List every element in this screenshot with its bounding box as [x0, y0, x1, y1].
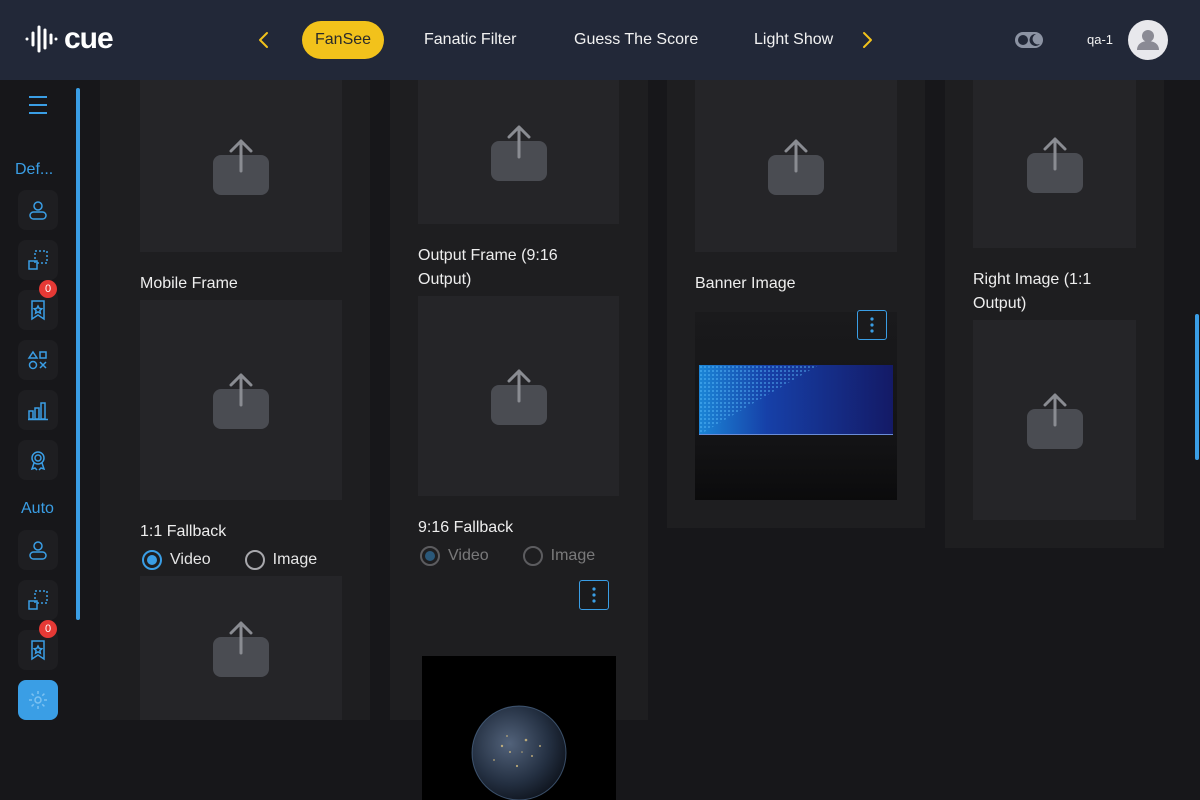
- frames-icon: [28, 250, 48, 270]
- radio-video-label: Video: [170, 551, 211, 568]
- mobile-frame-label: Mobile Frame: [140, 275, 238, 292]
- bar-chart-icon: [28, 402, 48, 421]
- shapes-icon: [27, 350, 47, 370]
- upload-icon: [1026, 393, 1083, 449]
- user-icon: [29, 541, 47, 560]
- fallback-9-16-radio-group: Video Image: [420, 546, 629, 566]
- sidebar-item-auto-frames[interactable]: [18, 580, 58, 620]
- output-frame-label: Output Frame (9:16 Output): [418, 247, 558, 288]
- upload-icon: [490, 369, 547, 425]
- sidebar-item-auto-bookmark[interactable]: 0: [18, 620, 58, 670]
- radio-image-label: Image: [272, 551, 318, 568]
- username-label[interactable]: qa-1: [1087, 32, 1113, 47]
- radio-image-label: Image: [550, 547, 596, 564]
- kebab-menu-icon[interactable]: [857, 310, 887, 340]
- sidebar-section-auto: Auto: [21, 500, 54, 517]
- upload-icon: [213, 373, 269, 429]
- tab-guess-the-score[interactable]: Guess The Score: [574, 21, 698, 59]
- chevron-left-icon[interactable]: [252, 28, 276, 52]
- upload-dropzone[interactable]: [140, 80, 342, 252]
- sidebar-item-auto-user[interactable]: [18, 530, 58, 570]
- logo-text: cue: [64, 22, 114, 55]
- soundwave-icon: [25, 25, 58, 53]
- radio-image-dot[interactable]: [244, 550, 265, 570]
- main-content: Mobile Frame 1:1 Fallback Video Image Ou…: [80, 80, 1200, 800]
- upload-dropzone[interactable]: [973, 80, 1136, 248]
- main-scrollbar[interactable]: [1195, 314, 1199, 460]
- radio-image-dot[interactable]: [522, 546, 543, 566]
- radio-image[interactable]: Image: [522, 546, 596, 566]
- upload-icon: [490, 125, 547, 181]
- top-navigation-bar: cue FanSee Fanatic Filter Guess The Scor…: [0, 0, 1200, 80]
- radio-image[interactable]: Image: [244, 550, 318, 570]
- user-icon: [29, 201, 47, 220]
- sidebar-item-bookmark[interactable]: 0: [18, 280, 58, 330]
- app-logo[interactable]: cue: [24, 22, 114, 55]
- sidebar-item-user[interactable]: [18, 190, 58, 230]
- right-image-dropzone[interactable]: [973, 320, 1136, 520]
- notification-badge: 0: [39, 620, 57, 638]
- right-image-label: Right Image (1:1 Output): [973, 271, 1092, 312]
- sidebar-item-auto-settings[interactable]: [18, 680, 58, 720]
- sidebar-section-default: Def...: [15, 161, 54, 178]
- frames-icon: [28, 590, 48, 610]
- sidebar-item-frames[interactable]: [18, 240, 58, 280]
- radio-video-label: Video: [448, 547, 489, 564]
- bookmark-star-icon: [31, 300, 45, 321]
- fallback-9-16-label: 9:16 Fallback: [418, 519, 514, 536]
- sidebar-item-chart[interactable]: [18, 390, 58, 430]
- radio-video-dot[interactable]: [142, 550, 162, 570]
- earth-video-preview: [422, 656, 616, 800]
- tab-fanatic-filter[interactable]: Fanatic Filter: [424, 21, 516, 59]
- theme-toggle-icon[interactable]: [1014, 30, 1044, 50]
- radio-video-dot[interactable]: [420, 546, 440, 566]
- award-icon: [30, 451, 46, 471]
- upload-dropzone[interactable]: [695, 80, 897, 252]
- output-frame-dropzone[interactable]: [418, 296, 619, 496]
- upload-icon: [1026, 137, 1083, 193]
- banner-image-label: Banner Image: [695, 275, 796, 292]
- user-avatar-icon[interactable]: [1128, 20, 1168, 60]
- tab-light-show[interactable]: Light Show: [754, 21, 833, 59]
- sidebar-item-shapes[interactable]: [18, 340, 58, 380]
- fallback-type-radio-group: Video Image: [142, 550, 351, 570]
- upload-icon: [768, 139, 824, 195]
- banner-image-preview: [699, 365, 893, 435]
- upload-icon: [213, 621, 269, 677]
- chevron-right-icon[interactable]: [855, 28, 879, 52]
- fallback-1-1-label: 1:1 Fallback: [140, 523, 227, 540]
- radio-video[interactable]: Video: [142, 550, 211, 570]
- banner-image-preview-area[interactable]: [695, 312, 897, 500]
- mobile-frame-dropzone[interactable]: [140, 300, 342, 500]
- kebab-menu-icon[interactable]: [579, 580, 609, 610]
- fallback-1-1-dropzone[interactable]: [140, 576, 342, 720]
- hamburger-icon[interactable]: [28, 94, 48, 116]
- bookmark-star-icon: [31, 640, 45, 661]
- settings-icon: [29, 691, 47, 709]
- upload-icon: [213, 139, 269, 195]
- notification-badge: 0: [39, 280, 57, 298]
- sidebar-item-award[interactable]: [18, 440, 58, 480]
- upload-dropzone[interactable]: [418, 80, 619, 224]
- radio-video[interactable]: Video: [420, 546, 489, 566]
- tab-fansee[interactable]: FanSee: [302, 21, 385, 59]
